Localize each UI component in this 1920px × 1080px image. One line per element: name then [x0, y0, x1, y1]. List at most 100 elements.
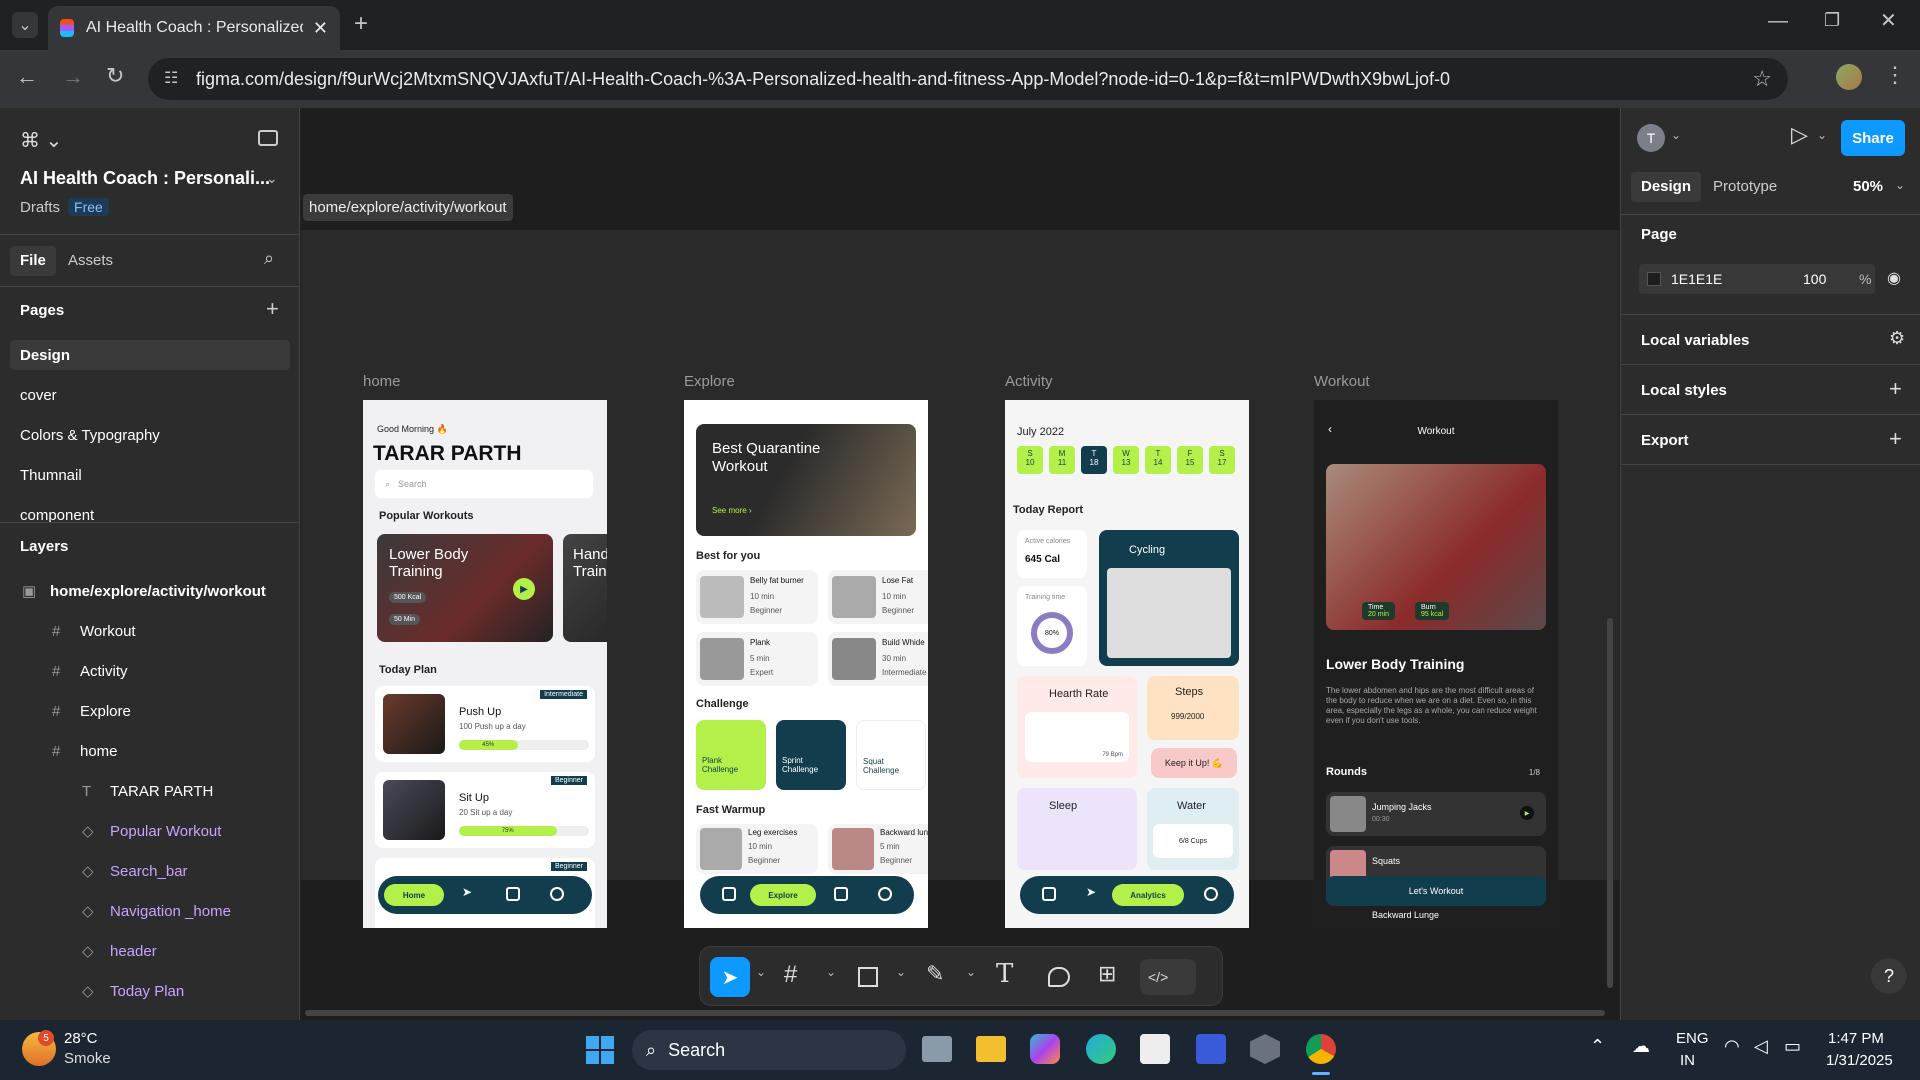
app-icon[interactable] [1196, 1034, 1226, 1064]
design-canvas[interactable]: home/explore/activity/workout home Explo… [301, 108, 1619, 1020]
file-menu-chevron-icon[interactable]: ⌄ [266, 170, 278, 187]
bg-hex-value[interactable]: 1E1E1E [1671, 271, 1722, 287]
task-view-icon[interactable] [922, 1036, 952, 1062]
nav-analytics-icon[interactable] [834, 887, 848, 901]
back-icon[interactable]: ← [16, 64, 38, 90]
app-icon[interactable] [1250, 1034, 1280, 1064]
cycling-card[interactable]: Cycling [1099, 530, 1239, 666]
tab-prototype[interactable]: Prototype [1713, 178, 1777, 195]
page-item-thumbnail[interactable]: Thumnail [10, 460, 290, 490]
minimize-icon[interactable]: — [1768, 10, 1788, 33]
vertical-scrollbar[interactable] [1607, 618, 1613, 988]
variables-icon[interactable]: ⚙ [1889, 328, 1905, 349]
warmup-item[interactable]: Leg exercises 10 min Beginner [696, 824, 818, 874]
help-icon[interactable]: ? [1871, 958, 1907, 994]
layer-today-plan[interactable]: ◇ Today Plan [82, 976, 184, 1006]
reload-icon[interactable]: ↻ [106, 63, 124, 89]
best-item[interactable]: Build Whide 30 min Intermediate [828, 632, 928, 686]
nav-profile-icon[interactable] [878, 887, 892, 901]
bookmark-star-icon[interactable]: ☆ [1752, 66, 1772, 92]
play-icon[interactable]: ▶ [513, 578, 535, 600]
page-item-component[interactable]: component [10, 500, 290, 530]
heart-rate-card[interactable]: Hearth Rate 79 Bpm [1017, 676, 1137, 778]
challenge-plank[interactable]: Plank Challenge [696, 720, 766, 790]
nav-explore-icon[interactable]: ➤ [462, 885, 476, 899]
nav-analytics-active[interactable]: Analytics [1112, 884, 1184, 906]
frame-label-home[interactable]: home [363, 373, 401, 390]
layer-search-bar[interactable]: ◇ Search_bar [82, 856, 188, 886]
zoom-level[interactable]: 50% [1853, 178, 1883, 195]
lets-workout-button[interactable]: Let's Workout [1326, 876, 1546, 906]
challenge-squat[interactable]: Squat Challenge [856, 720, 926, 790]
add-page-icon[interactable]: + [266, 296, 279, 322]
sleep-card[interactable]: Sleep [1017, 788, 1137, 870]
day-chip[interactable]: F 15 [1177, 446, 1203, 474]
frame-explore[interactable]: Best Quarantine Workout See more › Best … [684, 400, 928, 928]
frame-home[interactable]: Good Morning 🔥 TARAR PARTH ⌕ Search Popul… [363, 400, 607, 928]
frame-tool-icon[interactable]: # [784, 961, 797, 989]
forward-icon[interactable]: → [62, 64, 84, 90]
browser-tab[interactable]: AI Health Coach : Personalized ✕ [48, 6, 340, 50]
frame-activity[interactable]: July 2022 S 10 M 11 T 18 W 13 T 14 F 15 S 17 To… [1005, 400, 1249, 928]
tray-chevron-icon[interactable]: ⌃ [1590, 1036, 1605, 1057]
day-chip[interactable]: S 17 [1209, 446, 1235, 474]
panel-toggle-icon[interactable] [258, 130, 278, 146]
hero-card[interactable]: Best Quarantine Workout See more › [696, 424, 916, 536]
edge-icon[interactable] [1086, 1034, 1116, 1064]
chevron-down-icon[interactable]: ⌄ [966, 965, 976, 979]
pen-tool-icon[interactable]: ✎ [926, 961, 944, 987]
figma-menu-icon[interactable]: ⌘ ⌄ [20, 128, 62, 153]
workout-card-lower-body[interactable]: Lower Body Training 500 Kcal 50 Min ▶ [377, 534, 553, 642]
play-icon[interactable]: ▶ [1520, 806, 1534, 820]
workout-card-hand[interactable]: Hand Training [563, 534, 607, 642]
layer-root[interactable]: ▣ home/explore/activity/workout [22, 576, 266, 606]
components-tool-icon[interactable]: ⊞ [1098, 961, 1116, 987]
page-item-design[interactable]: Design [10, 340, 290, 370]
nav-analytics-icon[interactable] [506, 887, 520, 901]
rectangle-tool-icon[interactable] [858, 967, 878, 987]
chevron-down-icon[interactable]: ⌄ [1671, 128, 1681, 142]
frame-workout[interactable]: ‹ Workout Time 20 min Burn 95 kcal Lower B… [1314, 400, 1558, 928]
calories-card[interactable]: Active calories 645 Cal [1017, 530, 1087, 578]
page-background-field[interactable]: 1E1E1E 100 % [1639, 264, 1875, 294]
close-tab-icon[interactable]: ✕ [313, 18, 328, 39]
frame-label-explore[interactable]: Explore [684, 373, 735, 390]
day-chip[interactable]: M 11 [1049, 446, 1075, 474]
dev-mode-toggle[interactable]: </> [1140, 959, 1196, 995]
frame-label-workout[interactable]: Workout [1314, 373, 1370, 390]
wifi-icon[interactable]: ◠ [1724, 1036, 1740, 1057]
nav-explore-active[interactable]: Explore [750, 884, 816, 906]
windows-start-icon[interactable] [586, 1036, 614, 1064]
file-name[interactable]: AI Health Coach : Personali... [20, 168, 270, 189]
chevron-down-icon[interactable]: ⌄ [1817, 128, 1827, 142]
layer-frame-home[interactable]: # home [52, 736, 118, 766]
chevron-down-icon[interactable]: ⌄ [826, 965, 836, 979]
comment-tool-icon[interactable] [1048, 967, 1070, 987]
battery-icon[interactable]: ▭ [1784, 1036, 1801, 1057]
search-bar[interactable]: ⌕ Search [375, 470, 593, 498]
layer-navigation-home[interactable]: ◇ Navigation _home [82, 896, 231, 926]
steps-card[interactable]: Steps 999/2000 [1147, 676, 1239, 740]
browser-menu-icon[interactable]: ⋮ [1884, 62, 1906, 88]
chrome-icon[interactable] [1306, 1034, 1336, 1064]
taskbar-search[interactable]: ⌕ Search [632, 1030, 906, 1070]
tab-design[interactable]: Design [1631, 172, 1702, 202]
export-heading[interactable]: Export [1641, 432, 1689, 449]
training-time-card[interactable]: Training time 80% [1017, 586, 1087, 666]
layer-text-name[interactable]: T TARAR PARTH [82, 776, 213, 806]
present-play-icon[interactable]: ▷ [1791, 122, 1808, 148]
local-styles-heading[interactable]: Local styles [1641, 382, 1727, 399]
language[interactable]: ENG [1676, 1030, 1709, 1047]
day-chip[interactable]: T 14 [1145, 446, 1171, 474]
local-variables-heading[interactable]: Local variables [1641, 332, 1749, 349]
text-tool-icon[interactable]: T [996, 959, 1013, 989]
plan-card-situp[interactable]: Beginner Sit Up 20 Sit up a day 75% [375, 772, 595, 848]
search-icon[interactable]: ⌕ [264, 248, 274, 269]
nav-home-active[interactable]: Home [384, 884, 444, 906]
plan-card-pushup[interactable]: Intermediate Push Up 100 Push up a day 4… [375, 686, 595, 762]
plan-badge[interactable]: Free [68, 198, 109, 216]
best-item[interactable]: Belly fat burner 10 min Beginner [696, 570, 818, 624]
layer-popular-workout[interactable]: ◇ Popular Workout [82, 816, 221, 846]
chevron-down-icon[interactable]: ⌄ [1895, 178, 1905, 192]
nav-home-icon[interactable] [1042, 887, 1056, 901]
